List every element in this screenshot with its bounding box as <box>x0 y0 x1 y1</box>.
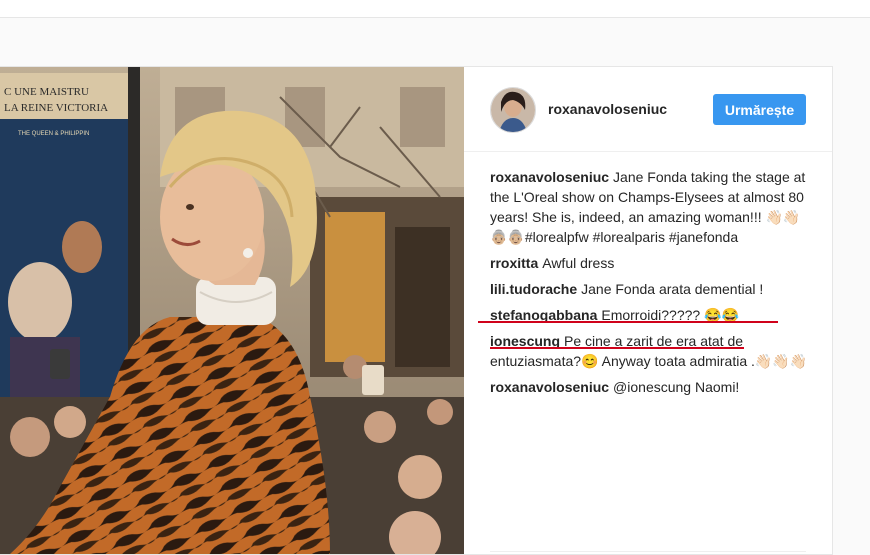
comment-text: Jane Fonda arata demential ! <box>581 281 764 297</box>
top-bar <box>0 0 870 18</box>
poster-line-3: THE QUEEN & PHILIPPIN <box>18 131 89 137</box>
comment-username[interactable]: rroxitta <box>490 255 538 271</box>
comment-item: lili.tudorache Jane Fonda arata demential… <box>490 279 812 299</box>
highlight-underline <box>478 321 778 323</box>
comment-item: ionescung Pe cine a zarit de era atat de … <box>490 331 812 371</box>
comment-caption: roxanavoloseniuc Jane Fonda taking the st… <box>490 167 812 247</box>
post-author[interactable]: roxanavoloseniuc <box>548 101 667 117</box>
divider <box>490 551 806 552</box>
avatar-image <box>491 88 535 132</box>
comment-item: rroxitta Awful dress <box>490 253 812 273</box>
poster-line-1: C UNE MAISTRU <box>4 86 89 98</box>
comment-username[interactable]: lili.tudorache <box>490 281 577 297</box>
comment-item: roxanavoloseniuc @ionescung Naomi! <box>490 377 812 397</box>
post-photo[interactable]: C UNE MAISTRU LA REINE VICTORIA THE QUEE… <box>0 67 464 554</box>
highlight-underline <box>490 347 744 349</box>
comment-text: Awful dress <box>542 255 615 271</box>
comment-username[interactable]: roxanavoloseniuc <box>490 169 609 185</box>
photo-illustration: C UNE MAISTRU LA REINE VICTORIA THE QUEE… <box>0 67 464 554</box>
poster-line-2: LA REINE VICTORIA <box>4 102 108 114</box>
comment-text: @ionescung Naomi! <box>613 379 740 395</box>
comment-list: roxanavoloseniuc Jane Fonda taking the st… <box>490 167 812 403</box>
avatar[interactable] <box>490 87 536 133</box>
comment-username[interactable]: roxanavoloseniuc <box>490 379 609 395</box>
follow-button[interactable]: Urmărește <box>713 94 806 125</box>
post-sidebar: roxanavoloseniuc Urmărește roxanavolosen… <box>464 67 832 554</box>
post-header: roxanavoloseniuc Urmărește <box>464 67 832 152</box>
post-card: C UNE MAISTRU LA REINE VICTORIA THE QUEE… <box>0 66 833 555</box>
